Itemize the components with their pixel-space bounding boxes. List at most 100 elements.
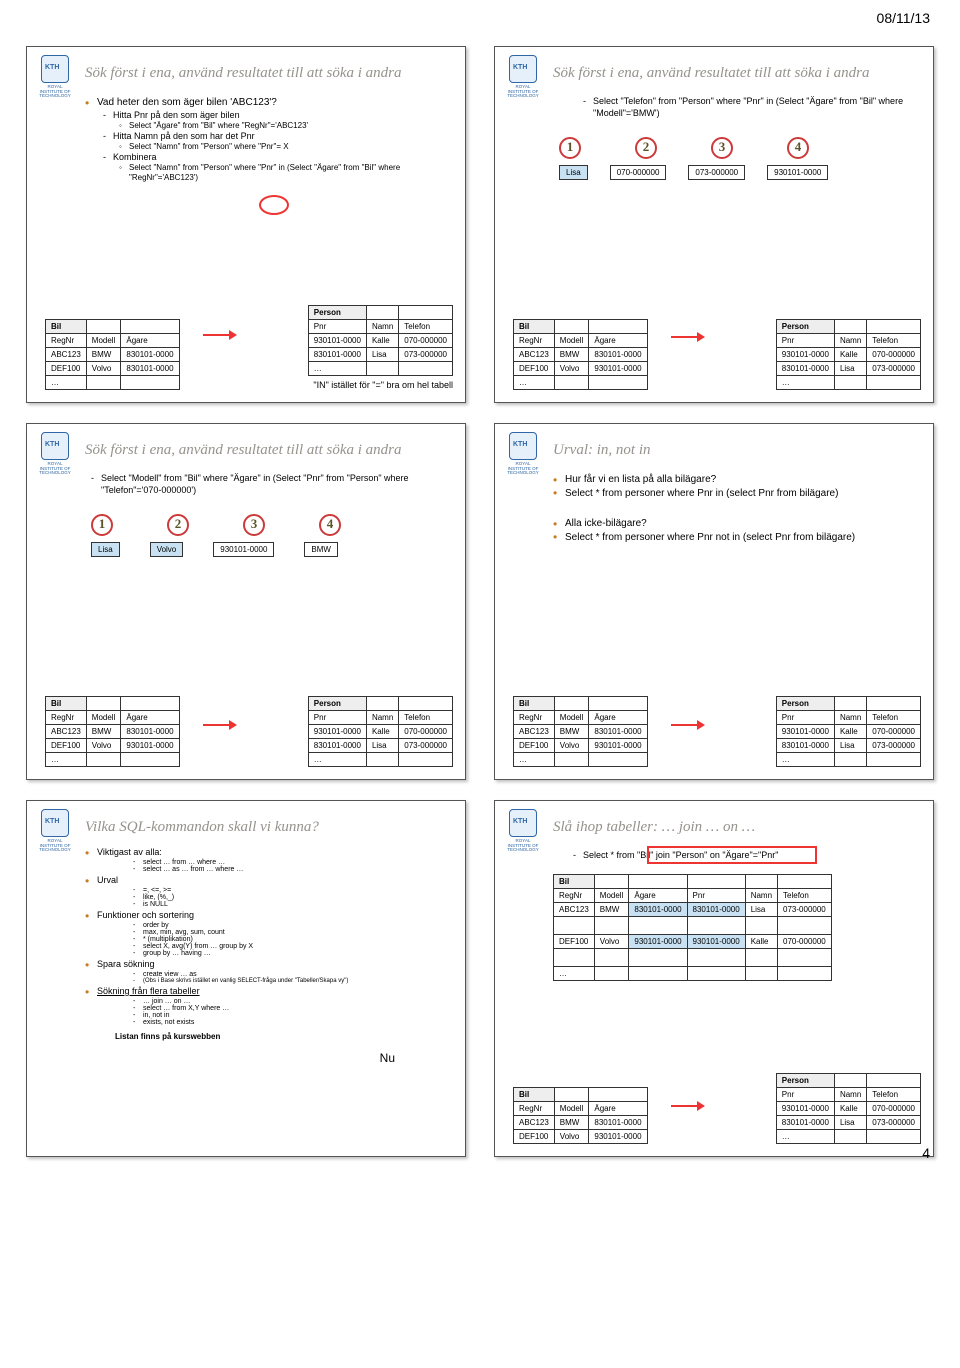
slide-title: Urval: in, not in [553,442,651,459]
step-circle-icon: 2 [635,137,657,159]
header-cell: Pnr [687,889,745,903]
table-cell: Volvo [594,935,629,949]
table-name: Person [308,697,366,711]
step-circle-icon: 3 [711,137,733,159]
table-name: Bil [46,697,87,711]
main-bullet: Vad heter den som äger bilen 'ABC123'? [85,97,453,108]
table-cell: 930101-0000 [629,935,687,949]
table-cell: 930101-0000 [308,334,366,348]
kth-crest-icon [509,432,537,460]
table-cell: Kalle [745,935,777,949]
header-cell: Pnr [308,711,366,725]
table-cell: … [308,753,366,767]
table-cell: 930101-0000 [776,1102,834,1116]
table-cell: DEF100 [554,935,595,949]
sub-bullet2: Select "Namn" from "Person" where "Pnr" … [119,163,453,182]
table-cell: 930101-0000 [589,362,647,376]
person-table: Person PnrNamnTelefon 930101-0000Kalle07… [776,1073,921,1144]
slide-title: Sök först i ena, använd resultatet till … [553,65,870,82]
nu-label: Nu [380,1051,395,1065]
table-cell: 830101-0000 [776,362,834,376]
table-cell: Lisa [745,903,777,917]
kth-logo: ROYAL INSTITUTE OF TECHNOLOGY [505,55,541,99]
step-label: 1 [559,137,581,159]
header-cell: Pnr [776,1088,834,1102]
step-label: 2 [167,514,189,536]
sub: group by … having … [133,950,453,957]
kth-logo: ROYAL INSTITUTE OF TECHNOLOGY [37,55,73,99]
table-cell: 830101-0000 [589,725,647,739]
slide-body: Select * from "Bil" join "Person" on "Äg… [553,849,921,981]
red-box-annotation [647,846,817,864]
header-cell: RegNr [46,334,87,348]
header-cell: Modell [554,1102,589,1116]
table-cell: 930101-0000 [121,739,179,753]
bullet: Select * from personer where Pnr not in … [553,531,921,544]
table-cell: DEF100 [46,739,87,753]
sub: * (multiplikation) [133,936,453,943]
list-footer: Listan finns på kurswebben [115,1032,453,1041]
step-label: 2 [635,137,657,159]
table-cell: 073-000000 [867,362,921,376]
sub: select X, avg(Y) from … group by X [133,943,453,950]
table-cell: 070-000000 [399,334,453,348]
header-cell: RegNr [514,711,555,725]
table-cell: 070-000000 [867,1102,921,1116]
table-cell: 070-000000 [778,935,832,949]
table-cell: Kalle [834,1102,866,1116]
table-cell: 930101-0000 [687,935,745,949]
step-row: 1 2 3 4 [91,514,453,536]
slide-6: ROYAL INSTITUTE OF TECHNOLOGY Slå ihop t… [494,800,934,1157]
slide-title: Sök först i ena, använd resultatet till … [85,65,402,82]
table-name: Bil [514,320,555,334]
table-cell: BMW [86,725,121,739]
sub: in, not in [133,1012,453,1019]
bullet: Spara sökning [85,959,453,969]
bottom-tables: Bil RegNrModellÄgare ABC123BMW830101-000… [45,696,453,767]
result-cell: Lisa [91,542,120,557]
header-cell: RegNr [514,1102,555,1116]
table-name: Person [308,306,366,320]
table-cell: Kalle [366,334,398,348]
kth-subtitle: ROYAL INSTITUTE OF TECHNOLOGY [37,839,73,853]
step-circle-icon: 1 [559,137,581,159]
table-cell: 830101-0000 [121,362,179,376]
result-cell: BMW [304,542,338,557]
result-cell: 930101-0000 [213,542,274,557]
table-name: Bil [46,320,87,334]
header-cell: Pnr [776,711,834,725]
sub-bullet2: Select "Namn" from "Person" where "Pnr"=… [119,142,453,151]
table-cell: … [514,376,555,390]
table-cell: … [776,1130,834,1144]
bottom-tables: Bil RegNrModellÄgare ABC123BMW830101-000… [45,305,453,390]
table-cell: 830101-0000 [629,903,687,917]
table-name: Bil [514,1088,555,1102]
table-cell: 930101-0000 [589,1130,647,1144]
kth-crest-icon [41,432,69,460]
table-cell: 830101-0000 [776,1116,834,1130]
step-circle-icon: 4 [319,514,341,536]
step-row: 1 2 3 4 [559,137,921,159]
red-circle-annotation [259,195,289,215]
slide-title: Vilka SQL-kommandon skall vi kunna? [85,819,319,836]
kth-subtitle: ROYAL INSTITUTE OF TECHNOLOGY [37,85,73,99]
table-cell: … [514,753,555,767]
footnote: "IN" istället för "=" bra om hel tabell [308,380,453,390]
table-cell: BMW [554,725,589,739]
table-cell: … [308,362,366,376]
table-cell: ABC123 [514,725,555,739]
sub-bullet: Kombinera [103,152,453,162]
sub: select … as … from … where … [133,866,453,873]
page-number: 4 [922,1145,930,1161]
table-cell: 830101-0000 [589,348,647,362]
header-cell: RegNr [46,711,87,725]
table-cell: DEF100 [514,362,555,376]
kth-subtitle: ROYAL INSTITUTE OF TECHNOLOGY [505,85,541,99]
header-cell: Ägare [589,711,647,725]
bullet: Select * from personer where Pnr in (sel… [553,487,921,500]
step-circle-icon: 3 [243,514,265,536]
table-cell: Volvo [554,362,589,376]
header-cell: Pnr [776,334,834,348]
table-cell: 830101-0000 [121,725,179,739]
kth-crest-icon [509,55,537,83]
